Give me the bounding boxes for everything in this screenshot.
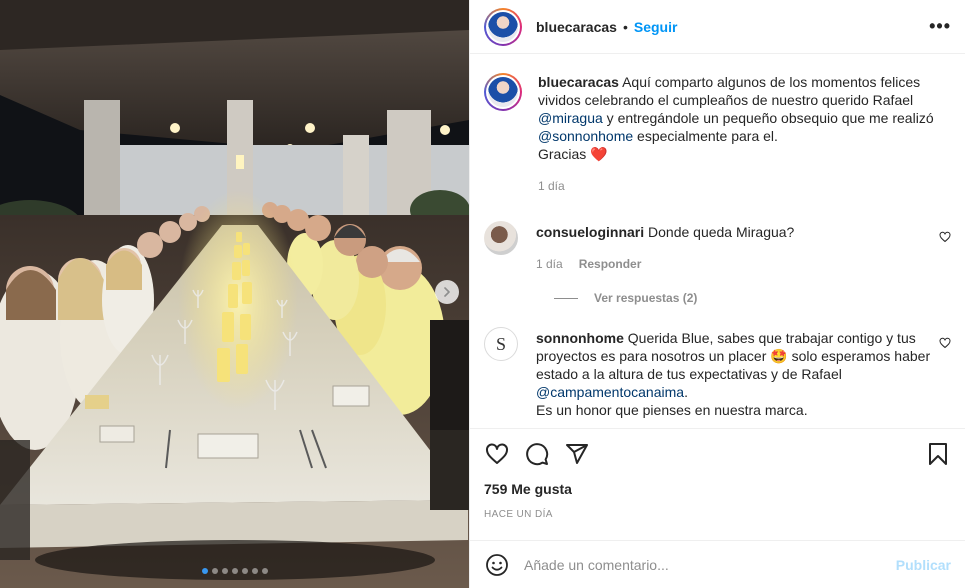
post-side-panel: bluecaracas • Seguir ••• bluecaracas Aqu…: [469, 0, 965, 588]
comment-text: Donde queda Miragua?: [648, 224, 795, 240]
dinner-table-photo: [0, 0, 469, 588]
emoji-icon[interactable]: [484, 552, 510, 578]
red-heart-emoji: ❤️: [590, 146, 608, 162]
caption-text-part: y entregándole un pequeño obsequio que m…: [602, 110, 934, 126]
carousel-dot: [211, 568, 218, 574]
share-paper-plane-icon[interactable]: [564, 441, 590, 467]
mention-link[interactable]: @sonnonhome: [538, 128, 633, 144]
avatar-image: [488, 77, 518, 107]
view-replies-button[interactable]: Ver respuestas (2): [554, 291, 951, 305]
mention-link[interactable]: @miragua: [538, 110, 603, 126]
more-options-icon[interactable]: •••: [929, 16, 951, 37]
comment-input[interactable]: [524, 556, 896, 573]
carousel-dot: [231, 568, 238, 574]
comment-like-icon[interactable]: [939, 337, 951, 352]
commenter-avatar[interactable]: [484, 221, 518, 255]
star-struck-emoji: 🤩: [770, 348, 788, 364]
comment-like-icon[interactable]: [939, 231, 951, 246]
comment-username[interactable]: sonnonhome: [536, 330, 624, 346]
follow-button[interactable]: Seguir: [634, 19, 678, 35]
avatar-image: [488, 11, 518, 42]
comment-text: Es un honor que pienses en nuestra marca…: [536, 402, 808, 418]
comment-time[interactable]: 1 día: [536, 255, 563, 273]
reply-button[interactable]: Responder: [579, 255, 642, 273]
author-username[interactable]: bluecaracas: [536, 19, 617, 35]
carousel-dot: [241, 568, 248, 574]
caption-text-part: especialmente para el.: [633, 128, 778, 144]
carousel-dot: [221, 568, 228, 574]
comment-bubble-icon[interactable]: [524, 441, 550, 467]
comment-text: .: [684, 384, 688, 400]
commenter-avatar[interactable]: S: [484, 327, 518, 361]
caption-time[interactable]: 1 día: [538, 177, 565, 195]
caption-text: bluecaracas Aquí comparto algunos de los…: [538, 73, 950, 145]
comments-list[interactable]: bluecaracas Aquí comparto algunos de los…: [470, 55, 965, 427]
caption-avatar[interactable]: [484, 73, 522, 111]
separator-dot: •: [622, 18, 628, 35]
caption-thanks: Gracias ❤️: [538, 145, 950, 163]
post-photo[interactable]: [0, 0, 469, 588]
like-heart-icon[interactable]: [484, 441, 510, 467]
instagram-post-modal: bluecaracas • Seguir ••• bluecaracas Aqu…: [0, 0, 965, 588]
caption-username[interactable]: bluecaracas: [538, 74, 619, 90]
save-bookmark-icon[interactable]: [925, 441, 951, 467]
comment-item: S sonnonhome Querida Blue, sabes que tra…: [484, 327, 951, 419]
post-actions: 759 Me gusta HACE UN DÍA: [470, 428, 965, 520]
likes-count[interactable]: 759 Me gusta: [484, 481, 951, 497]
comment-composer: Publicar: [470, 540, 965, 588]
carousel-next-button[interactable]: [435, 280, 459, 304]
replies-divider-line: [554, 297, 578, 299]
comment-username[interactable]: consueloginnari: [536, 224, 644, 240]
brand-logo-letter: S: [495, 333, 506, 354]
thanks-text: Gracias: [538, 146, 591, 162]
chevron-right-icon: [444, 287, 450, 297]
carousel-dot: [201, 568, 208, 574]
post-header: bluecaracas • Seguir •••: [470, 0, 965, 54]
publish-button[interactable]: Publicar: [896, 557, 951, 573]
carousel-dot: [251, 568, 258, 574]
comment-item: consueloginnari Donde queda Miragua? 1 d…: [484, 221, 951, 273]
carousel-indicator: [0, 568, 469, 574]
post-date[interactable]: HACE UN DÍA: [484, 509, 951, 520]
carousel-dot: [261, 568, 268, 574]
view-replies-label: Ver respuestas (2): [594, 291, 698, 305]
caption: bluecaracas Aquí comparto algunos de los…: [484, 73, 951, 195]
mention-link[interactable]: @campamentocanaima: [536, 384, 684, 400]
author-avatar[interactable]: [484, 7, 522, 46]
